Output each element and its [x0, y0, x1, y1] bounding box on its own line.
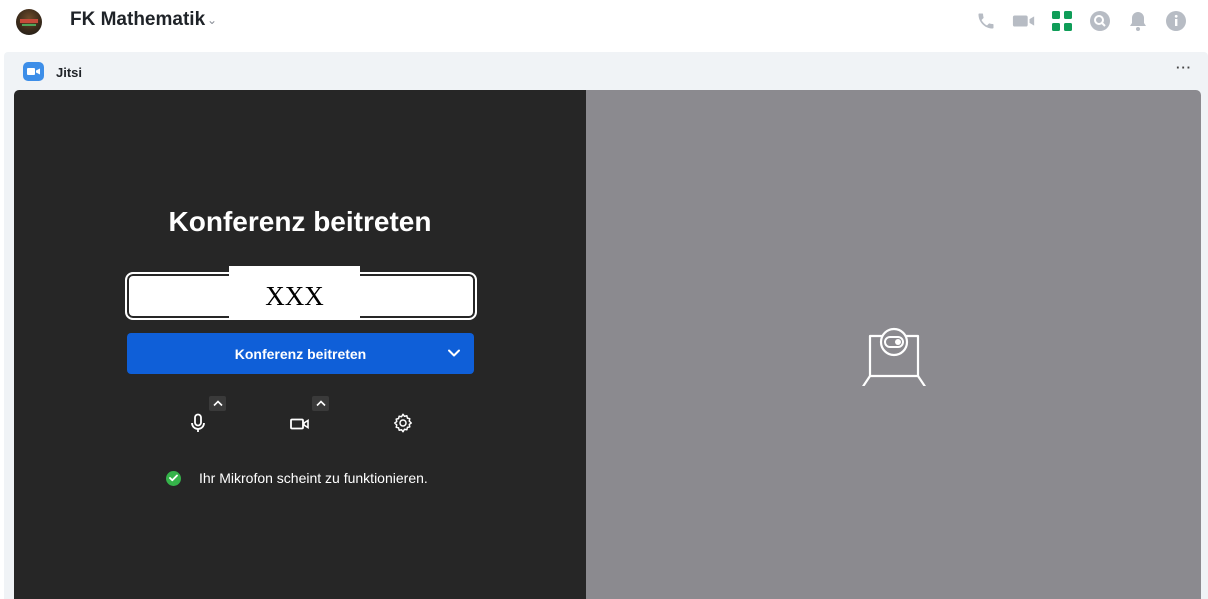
camera-off-icon	[854, 306, 934, 390]
camera-icon[interactable]	[287, 411, 313, 437]
jitsi-frame: Konferenz beitreten XXX Konferenz beitre…	[14, 90, 1201, 599]
microphone-icon[interactable]	[185, 410, 211, 436]
microphone-status: Ihr Mikrofon scheint zu funktionieren.	[166, 468, 428, 488]
top-actions	[974, 9, 1188, 33]
check-circle-icon	[166, 470, 181, 486]
app-panel: Jitsi ··· Konferenz beitreten XXX Konfer…	[4, 52, 1208, 599]
app-header: Jitsi ···	[4, 52, 1208, 90]
prejoin-pane: Konferenz beitreten XXX Konferenz beitre…	[14, 90, 586, 599]
more-options-button[interactable]: ···	[1176, 60, 1192, 75]
apps-grid-icon[interactable]	[1050, 9, 1074, 33]
phone-icon[interactable]	[974, 9, 998, 33]
app-title: Jitsi	[56, 65, 83, 80]
join-meeting-button[interactable]: Konferenz beitreten	[127, 333, 474, 374]
top-bar: FK Mathematik ⌄	[0, 0, 1208, 44]
join-meeting-label: Konferenz beitreten	[234, 346, 367, 362]
info-icon[interactable]	[1164, 9, 1188, 33]
chevron-down-icon[interactable]: ⌄	[207, 13, 217, 27]
video-preview-pane	[586, 90, 1201, 599]
bell-icon[interactable]	[1126, 9, 1150, 33]
microphone-options-chevron-up-icon[interactable]	[209, 396, 226, 411]
chevron-down-icon[interactable]	[446, 345, 462, 361]
prejoin-title: Konferenz beitreten	[168, 206, 432, 237]
microphone-status-text: Ihr Mikrofon scheint zu funktionieren.	[199, 470, 428, 486]
team-name[interactable]: FK Mathematik	[70, 9, 205, 31]
settings-icon[interactable]	[390, 410, 416, 436]
search-icon[interactable]	[1088, 9, 1112, 33]
video-icon[interactable]	[1012, 9, 1036, 33]
camera-options-chevron-up-icon[interactable]	[312, 396, 329, 411]
jitsi-app-icon	[23, 62, 44, 81]
team-avatar[interactable]	[16, 9, 42, 35]
room-name-value: XXX	[229, 266, 360, 318]
